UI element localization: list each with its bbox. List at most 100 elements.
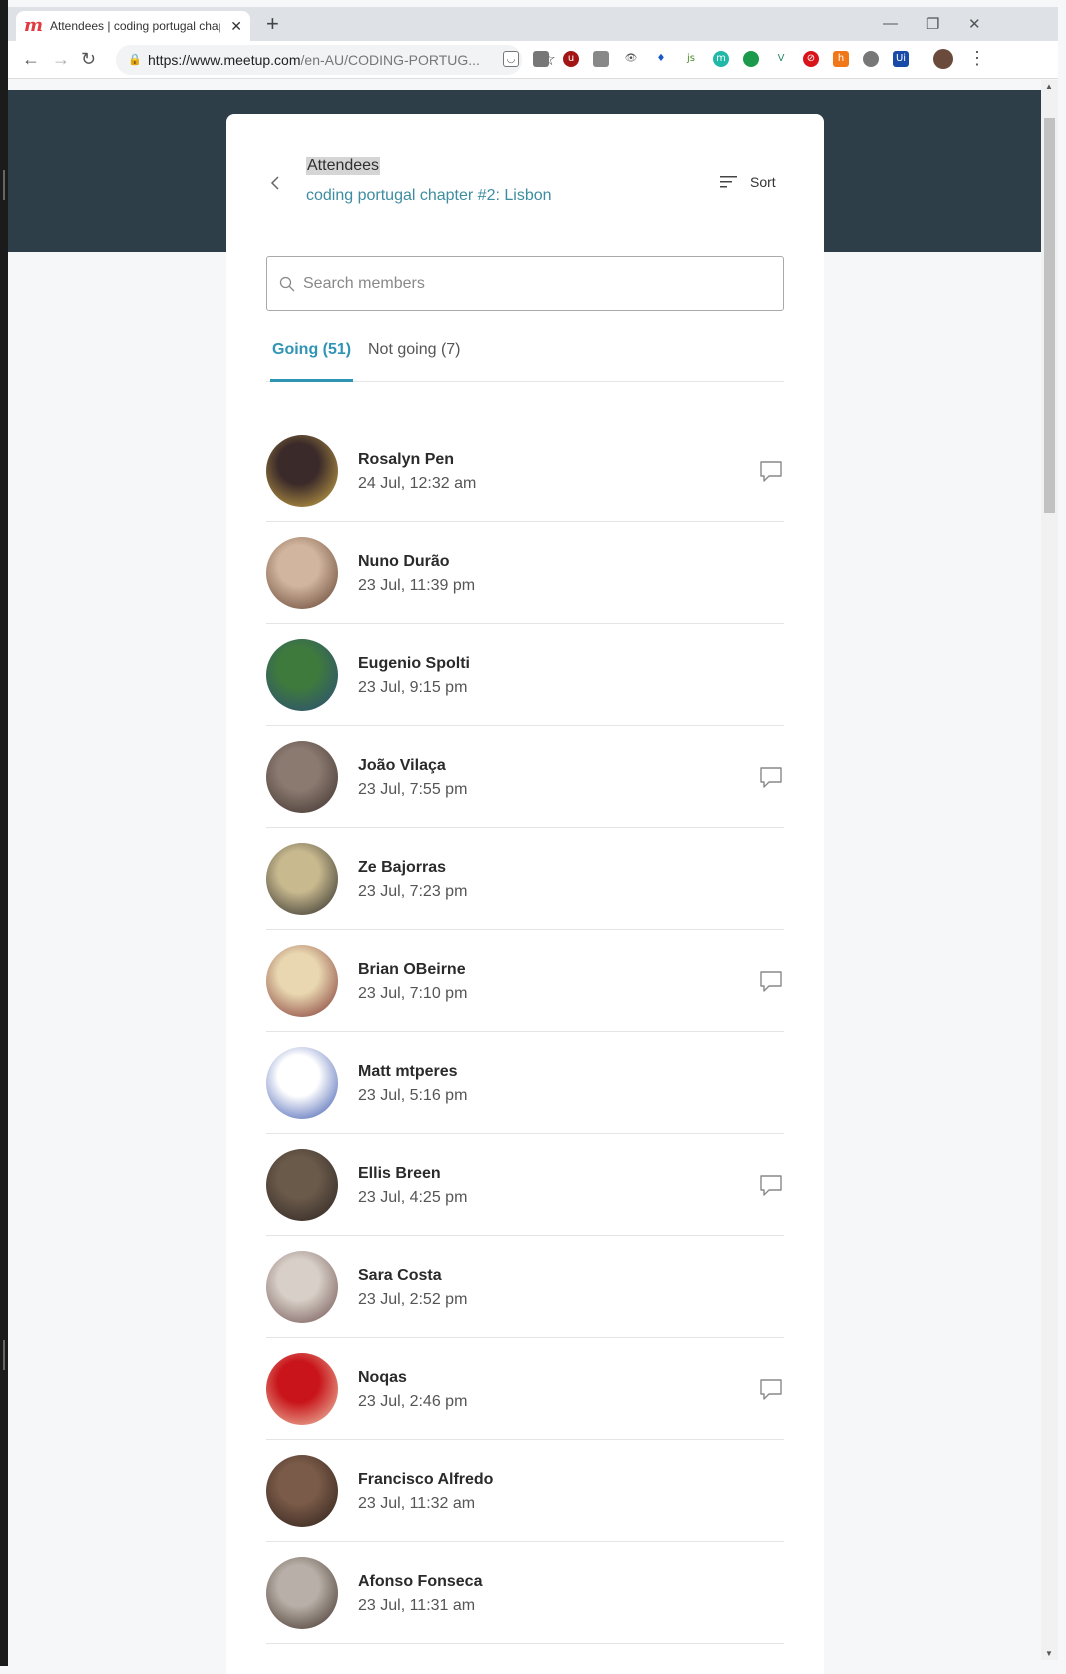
message-icon[interactable]	[759, 459, 783, 483]
search-box	[266, 256, 784, 311]
rsvp-time: 23 Jul, 2:46 pm	[358, 1393, 468, 1410]
hubspot-extension-icon[interactable]: h	[833, 51, 849, 67]
attendee-row[interactable]: Eugenio Spolti 23 Jul, 9:15 pm	[266, 624, 784, 726]
scroll-up-icon[interactable]: ▲	[1045, 82, 1053, 91]
page-scrollbar[interactable]: ▲ ▼	[1041, 80, 1058, 1660]
browser-tab[interactable]: m Attendees | coding portugal chap ✕	[16, 11, 250, 41]
avatar[interactable]	[266, 843, 338, 915]
window-close-icon[interactable]: ✕	[968, 15, 981, 33]
js-extension-icon[interactable]: js	[683, 51, 699, 67]
rsvp-time: 23 Jul, 7:55 pm	[358, 781, 468, 798]
attendee-row[interactable]: Ze Bajorras 23 Jul, 7:23 pm	[266, 828, 784, 930]
lock-icon: 🔒	[128, 54, 142, 66]
vue-extension-icon[interactable]: V	[773, 51, 789, 67]
attendee-name[interactable]: Ze Bajorras	[358, 859, 446, 877]
attendee-row[interactable]: Nuno Durão 23 Jul, 11:39 pm	[266, 522, 784, 624]
attendee-row[interactable]: Francisco Alfredo 23 Jul, 11:32 am	[266, 1440, 784, 1542]
sort-icon	[720, 176, 737, 188]
attendee-name[interactable]: João Vilaça	[358, 757, 446, 775]
attendee-row[interactable]: Afonso Fonseca 23 Jul, 11:31 am	[266, 1542, 784, 1644]
rsvp-time: 23 Jul, 11:32 am	[358, 1495, 476, 1512]
ethereum-extension-icon[interactable]: ♦	[653, 51, 669, 67]
pocket-extension-icon[interactable]: ◡	[503, 51, 519, 67]
scrollbar-thumb[interactable]	[1044, 118, 1055, 513]
avatar[interactable]	[266, 1557, 338, 1629]
desktop-edge	[0, 0, 8, 1666]
scroll-down-icon[interactable]: ▼	[1045, 1649, 1053, 1658]
ublock-extension-icon[interactable]: u	[563, 51, 579, 67]
attendee-name[interactable]: Noqas	[358, 1369, 407, 1387]
attendee-name[interactable]: Nuno Durão	[358, 553, 450, 571]
message-icon[interactable]	[759, 969, 783, 993]
attendee-name[interactable]: Francisco Alfredo	[358, 1471, 493, 1489]
m-extension-icon[interactable]: m	[713, 51, 729, 67]
back-arrow-icon[interactable]: ←	[22, 49, 40, 69]
rsvp-time: 23 Jul, 7:10 pm	[358, 985, 468, 1002]
attendee-row[interactable]: Noqas 23 Jul, 2:46 pm	[266, 1338, 784, 1440]
profile-avatar[interactable]	[933, 49, 953, 69]
meetup-favicon-icon: m	[24, 15, 44, 36]
rsvp-time: 23 Jul, 7:23 pm	[358, 883, 468, 900]
avatar[interactable]	[266, 1455, 338, 1527]
circle-extension-icon[interactable]	[863, 51, 879, 67]
ui-extension-icon[interactable]: Ui	[893, 51, 909, 67]
message-icon[interactable]	[759, 1377, 783, 1401]
attendee-name[interactable]: Afonso Fonseca	[358, 1573, 482, 1591]
css-extension-icon[interactable]	[593, 51, 609, 67]
chat-extension-icon[interactable]	[743, 51, 759, 67]
avatar[interactable]	[266, 1353, 338, 1425]
rsvp-time: 23 Jul, 11:39 pm	[358, 577, 476, 594]
attendee-name[interactable]: Sara Costa	[358, 1267, 442, 1285]
back-chevron-icon[interactable]	[268, 176, 282, 190]
chart-extension-icon[interactable]	[533, 51, 549, 67]
attendee-name[interactable]: Eugenio Spolti	[358, 655, 470, 673]
attendee-name[interactable]: Brian OBeirne	[358, 961, 466, 979]
avatar[interactable]	[266, 537, 338, 609]
close-tab-icon[interactable]: ✕	[230, 18, 242, 35]
sort-button[interactable]: Sort	[720, 174, 776, 190]
browser-tab-strip: m Attendees | coding portugal chap ✕ + —…	[8, 7, 1058, 41]
search-icon	[279, 276, 295, 291]
adobe-extension-icon[interactable]: ⊘	[803, 51, 819, 67]
forward-arrow-icon[interactable]: →	[52, 49, 70, 69]
attendee-row[interactable]: Rosalyn Pen 24 Jul, 12:32 am	[266, 420, 784, 522]
attendees-card: Attendees coding portugal chapter #2: Li…	[226, 114, 824, 1674]
rsvp-time: 23 Jul, 11:31 am	[358, 1597, 476, 1614]
attendance-tabs: Going (51) Not going (7)	[266, 340, 784, 382]
eye-extension-icon[interactable]: 👁	[623, 51, 639, 67]
attendee-name[interactable]: Matt mtperes	[358, 1063, 458, 1081]
attendee-row[interactable]: Matt mtperes 23 Jul, 5:16 pm	[266, 1032, 784, 1134]
rsvp-time: 23 Jul, 5:16 pm	[358, 1087, 468, 1104]
event-link[interactable]: coding portugal chapter #2: Lisbon	[306, 187, 552, 205]
avatar[interactable]	[266, 1149, 338, 1221]
attendee-name[interactable]: Rosalyn Pen	[358, 451, 454, 469]
browser-toolbar: ← → ↻ 🔒 https://www.meetup.com/en-AU/COD…	[8, 41, 1058, 79]
menu-kebab-icon[interactable]: ⋮	[968, 48, 986, 68]
rsvp-time: 24 Jul, 12:32 am	[358, 475, 477, 492]
avatar[interactable]	[266, 1047, 338, 1119]
reload-icon[interactable]: ↻	[81, 49, 96, 69]
avatar[interactable]	[266, 741, 338, 813]
rsvp-time: 23 Jul, 2:52 pm	[358, 1291, 468, 1308]
tab-going[interactable]: Going (51)	[270, 340, 354, 382]
new-tab-icon[interactable]: +	[266, 13, 279, 35]
page-title: Attendees	[306, 157, 381, 175]
restore-icon[interactable]: ❐	[926, 15, 939, 33]
attendee-row[interactable]: Sara Costa 23 Jul, 2:52 pm	[266, 1236, 784, 1338]
avatar[interactable]	[266, 1251, 338, 1323]
minimize-icon[interactable]: —	[883, 15, 898, 32]
message-icon[interactable]	[759, 765, 783, 789]
avatar[interactable]	[266, 945, 338, 1017]
avatar[interactable]	[266, 639, 338, 711]
tab-not-going[interactable]: Not going (7)	[368, 340, 461, 382]
message-icon[interactable]	[759, 1173, 783, 1197]
attendee-row[interactable]: João Vilaça 23 Jul, 7:55 pm	[266, 726, 784, 828]
address-bar[interactable]: 🔒 https://www.meetup.com/en-AU/CODING-PO…	[116, 45, 556, 75]
search-input[interactable]	[303, 274, 763, 293]
attendee-row[interactable]: Brian OBeirne 23 Jul, 7:10 pm	[266, 930, 784, 1032]
browser-tab-title: Attendees | coding portugal chap	[50, 19, 220, 33]
attendee-name[interactable]: Ellis Breen	[358, 1165, 441, 1183]
avatar[interactable]	[266, 435, 338, 507]
sort-label: Sort	[750, 174, 776, 190]
attendee-row[interactable]: Ellis Breen 23 Jul, 4:25 pm	[266, 1134, 784, 1236]
